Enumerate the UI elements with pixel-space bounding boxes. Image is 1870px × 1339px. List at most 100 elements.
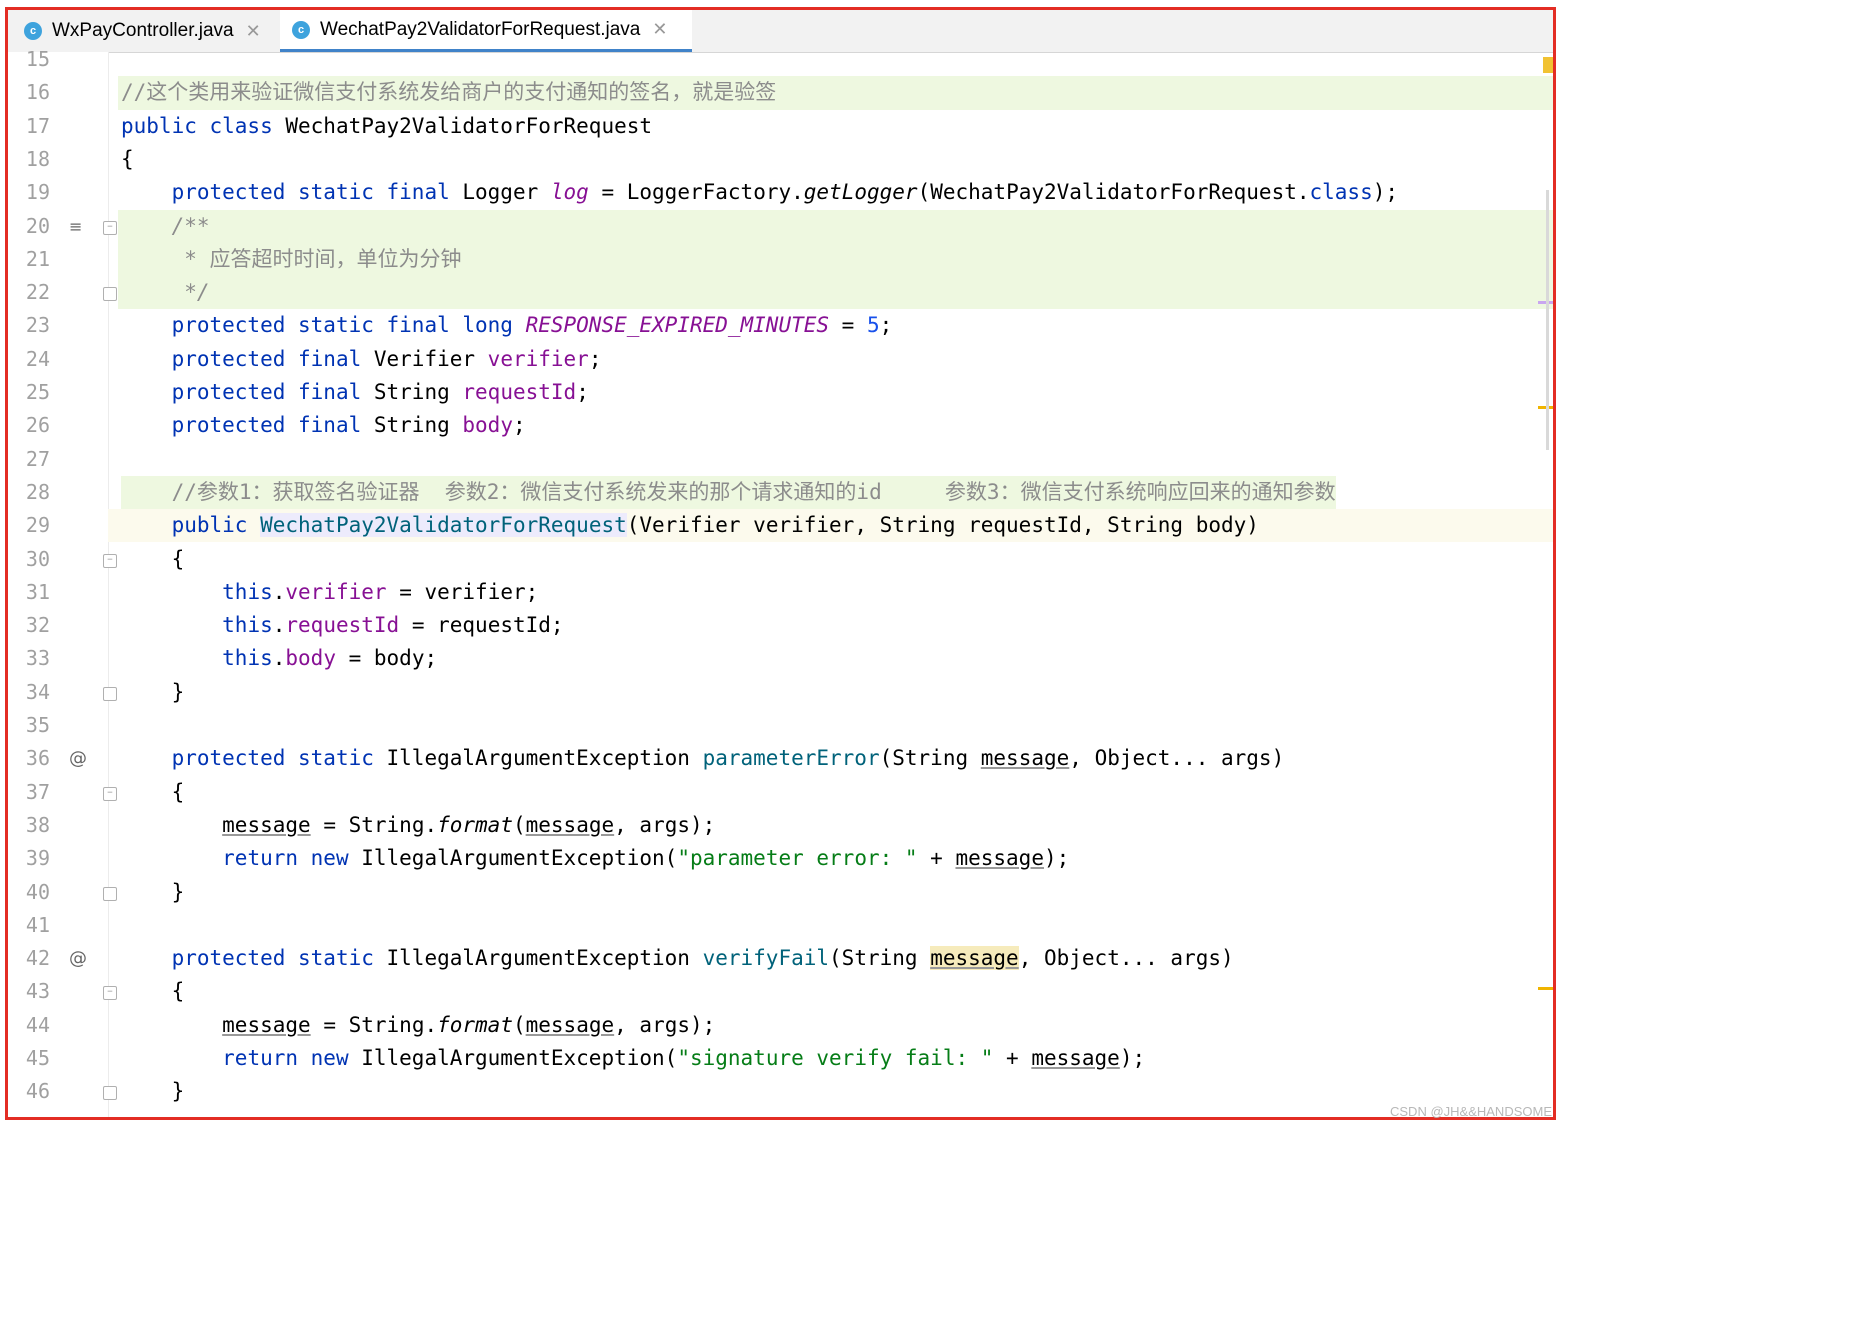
code-text: */ — [121, 276, 209, 309]
code-line[interactable]: 15 — [8, 43, 1553, 76]
code-line[interactable]: 42 @ protected static IllegalArgumentExce… — [8, 942, 1553, 975]
fold-open-icon[interactable]: − — [103, 553, 117, 568]
code-token: (Verifier verifier, String requestId, St… — [626, 513, 1259, 538]
code-token: public — [171, 513, 261, 538]
close-icon[interactable]: ✕ — [246, 21, 261, 42]
code-token: = verifier; — [386, 579, 539, 604]
code-token: requestId — [285, 613, 400, 638]
code-line[interactable]: 33 this.body = body; — [8, 642, 1553, 675]
render-doc-icon[interactable]: ≡ — [69, 210, 82, 243]
code-text: protected static final Logger log = Logg… — [121, 176, 1398, 209]
fold-open-icon[interactable]: − — [103, 986, 117, 1001]
line-number: 18 — [25, 146, 50, 171]
code-line[interactable]: 45 return new IllegalArgumentException("… — [8, 1042, 1553, 1075]
code-token: ( — [512, 812, 526, 837]
code-text: this.verifier = verifier; — [121, 576, 538, 609]
code-token: return new — [222, 1046, 362, 1070]
override-icon[interactable]: @ — [69, 942, 87, 975]
code-line[interactable]: 28 //参数1：获取签名验证器 参数2：微信支付系统发来的那个请求通知的id … — [8, 475, 1553, 510]
fold-open-icon[interactable]: − — [103, 220, 117, 235]
code-token: body — [462, 413, 513, 438]
fold-open-icon[interactable]: − — [103, 786, 117, 801]
code-token: //这个类用来验证微信支付系统发给商户的支付通知的签名，就是验签 — [121, 80, 777, 105]
code-line[interactable]: 37 − { — [8, 776, 1553, 809]
code-line[interactable]: 31 this.verifier = verifier; — [8, 576, 1553, 609]
override-icon[interactable]: @ — [69, 742, 87, 775]
code-line[interactable]: 34 } — [8, 676, 1553, 709]
fold-close-icon[interactable] — [103, 1086, 117, 1101]
code-line[interactable]: 44 message = String.format(message, args… — [8, 1009, 1553, 1042]
code-line[interactable]: 19 protected static final Logger log = L… — [8, 176, 1553, 209]
line-number: 37 — [25, 779, 50, 804]
code-line[interactable]: 38 message = String.format(message, args… — [8, 809, 1553, 842]
code-text: protected final String requestId; — [121, 376, 589, 409]
class-icon: c — [292, 20, 310, 39]
code-line[interactable]: 18 { — [8, 143, 1553, 176]
code-token: verifier — [487, 346, 589, 371]
code-line[interactable]: 25 protected final String requestId; — [8, 376, 1553, 409]
code-text: { — [121, 143, 134, 176]
code-token: WechatPay2ValidatorForRequest — [285, 113, 653, 138]
line-number: 44 — [25, 1012, 50, 1037]
code-line[interactable]: 23 protected static final long RESPONSE_… — [8, 309, 1553, 342]
code-line[interactable]: 43 − { — [8, 975, 1553, 1008]
code-line[interactable]: 21 * 应答超时时间，单位为分钟 — [8, 243, 1553, 276]
code-line[interactable]: 17 public class WechatPay2ValidatorForReq… — [8, 110, 1553, 143]
line-number: 46 — [25, 1079, 50, 1104]
code-line[interactable]: 36 @ protected static IllegalArgumentExce… — [8, 742, 1553, 775]
code-text: { — [121, 776, 185, 809]
code-line[interactable]: 24 protected final Verifier verifier; — [8, 343, 1553, 376]
code-text: message = String.format(message, args); — [121, 809, 715, 842]
code-text: * 应答超时时间，单位为分钟 — [121, 243, 461, 276]
code-line[interactable]: 22 */ — [8, 276, 1553, 309]
code-text: public class WechatPay2ValidatorForReque… — [121, 110, 652, 143]
code-token: public class — [121, 113, 286, 138]
code-line[interactable]: 35 — [8, 709, 1553, 742]
line-number: 41 — [25, 912, 50, 937]
code-line[interactable]: 26 protected final String body; — [8, 409, 1553, 442]
warning-stripe-marker[interactable] — [1543, 57, 1553, 73]
code-line[interactable]: 41 — [8, 909, 1553, 942]
code-token: + — [917, 846, 956, 871]
line-number: 35 — [25, 713, 50, 737]
code-token: "signature verify fail: " — [677, 1046, 994, 1070]
code-token: String — [373, 380, 463, 404]
line-number: 17 — [25, 113, 50, 138]
vertical-scrollbar[interactable] — [1546, 190, 1549, 450]
code-token: IllegalArgumentException — [386, 746, 703, 771]
code-line[interactable]: 27 — [8, 443, 1553, 476]
code-line[interactable]: 32 this.requestId = requestId; — [8, 609, 1553, 642]
code-line[interactable]: 46 } — [8, 1075, 1553, 1108]
code-token: message — [955, 846, 1044, 871]
fold-close-icon[interactable] — [103, 287, 117, 302]
fold-close-icon[interactable] — [103, 686, 117, 701]
line-number: 42 — [25, 946, 50, 971]
code-token: ); — [1372, 180, 1399, 205]
warning-stripe-marker[interactable] — [1538, 987, 1553, 990]
code-token: protected static — [171, 746, 387, 771]
code-text: { — [121, 975, 185, 1008]
code-line[interactable]: 20 ≡ − /** — [8, 210, 1553, 243]
code-line[interactable]: 30 − { — [8, 543, 1553, 576]
line-number: 29 — [25, 513, 50, 538]
code-line[interactable]: 40 } — [8, 876, 1553, 909]
code-line[interactable]: 29 public WechatPay2ValidatorForRequest(… — [8, 509, 1553, 542]
line-number: 34 — [25, 679, 50, 704]
fold-close-icon[interactable] — [103, 886, 117, 901]
code-token: protected static final — [171, 180, 463, 205]
code-line[interactable]: 39 return new IllegalArgumentException("… — [8, 842, 1553, 875]
code-token: IllegalArgumentException( — [361, 1046, 678, 1070]
code-line[interactable]: 16 //这个类用来验证微信支付系统发给商户的支付通知的签名，就是验签 — [8, 76, 1553, 109]
code-token: requestId — [462, 380, 577, 404]
code-token: ; — [512, 413, 526, 438]
code-token: (String — [879, 746, 981, 771]
close-icon[interactable]: ✕ — [652, 19, 667, 40]
